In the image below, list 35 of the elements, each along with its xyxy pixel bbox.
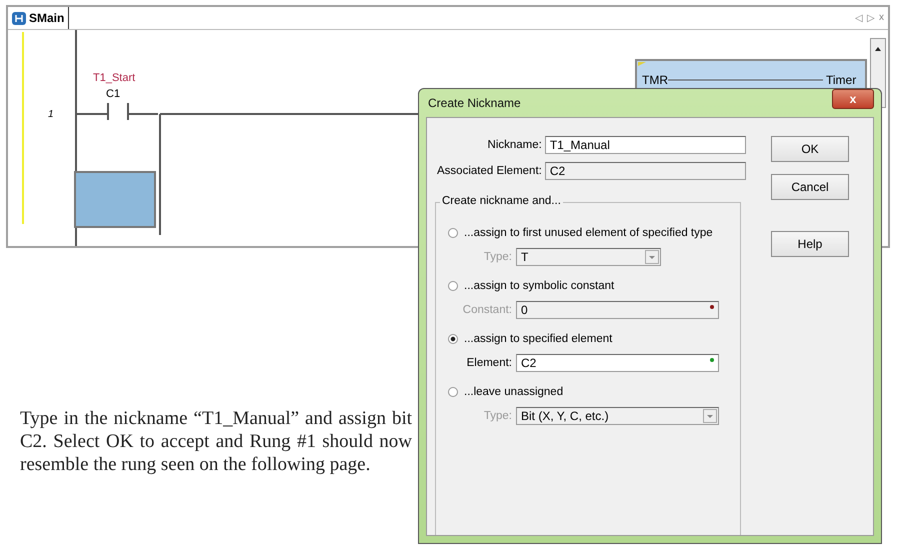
- selection-box[interactable]: [74, 171, 156, 228]
- contact-address: C1: [106, 88, 120, 100]
- ladder-icon: [12, 12, 26, 24]
- timer-title: Timer: [826, 73, 856, 87]
- radio-label[interactable]: ...leave unassigned: [464, 386, 564, 398]
- field-label: Type:: [482, 251, 512, 263]
- group-title: Create nickname and...: [440, 195, 563, 207]
- text-field[interactable]: C2: [516, 354, 719, 372]
- radio-button[interactable]: [448, 228, 458, 238]
- timer-label: TMR: [642, 73, 668, 87]
- radio-label[interactable]: ...assign to specified element: [464, 333, 612, 345]
- field-label: Element:: [466, 357, 512, 369]
- radio-button[interactable]: [448, 334, 458, 344]
- field-label: Constant:: [462, 304, 512, 316]
- tab-nav-button[interactable]: x: [879, 12, 884, 24]
- scroll-up-icon[interactable]: [875, 47, 881, 51]
- radio-button[interactable]: [448, 387, 458, 397]
- close-button[interactable]: x: [832, 89, 874, 109]
- dialog-button[interactable]: OK: [771, 136, 849, 162]
- instruction-paragraph: Type in the nickname “T1_Manual” and assign bit C2. Select OK to accept and Rung #1 should now resemble the rung seen on the following page.: [20, 407, 412, 476]
- field-label: Nickname:: [486, 139, 542, 151]
- tab-nav-button[interactable]: ▷: [867, 12, 875, 24]
- tab-nav-button[interactable]: ◁: [855, 12, 863, 24]
- field-label: Type:: [482, 410, 512, 422]
- field-label: Associated Element:: [437, 165, 542, 177]
- text-field[interactable]: T1_Manual: [544, 136, 746, 154]
- contact-nickname: T1_Start: [93, 72, 136, 84]
- radio-label[interactable]: ...assign to symbolic constant: [464, 280, 614, 292]
- radio-label[interactable]: ...assign to first unused element of specified type: [464, 227, 713, 239]
- dialog-button[interactable]: Cancel: [771, 174, 849, 200]
- rung-number: 1: [48, 109, 54, 120]
- radio-button[interactable]: [448, 281, 458, 291]
- dialog-title: Create Nickname: [427, 96, 521, 110]
- dialog-button[interactable]: Help: [771, 231, 849, 257]
- program-tab[interactable]: SMain: [8, 7, 70, 29]
